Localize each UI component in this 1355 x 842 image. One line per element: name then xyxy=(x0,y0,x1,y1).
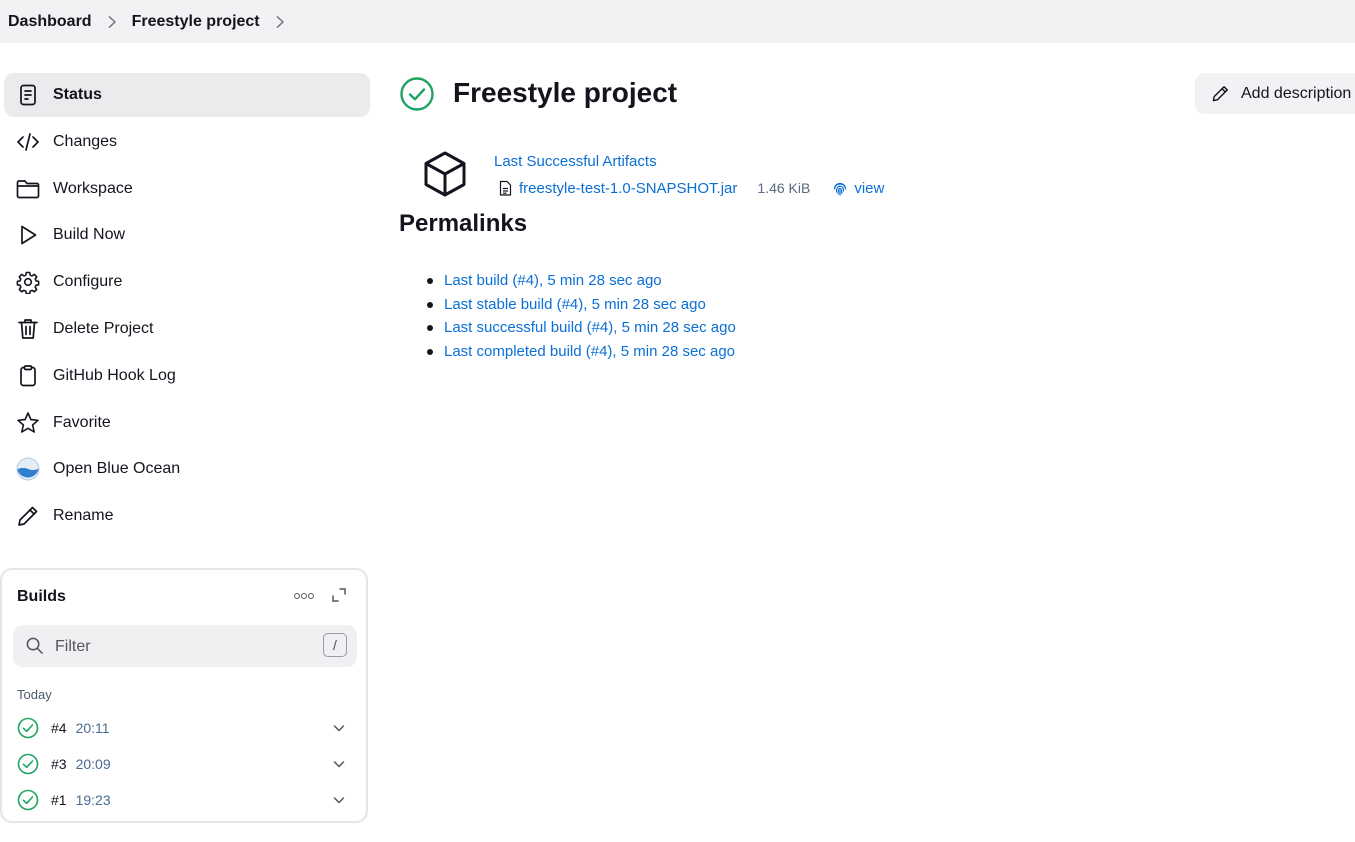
artifact-file-size: 1.46 KiB xyxy=(757,180,811,196)
chevron-down-icon[interactable] xyxy=(332,757,346,771)
builds-filter: / xyxy=(13,625,357,667)
artifact-file-link[interactable]: freestyle-test-1.0-SNAPSHOT.jar xyxy=(519,180,737,197)
sidebar-item-favorite[interactable]: Favorite xyxy=(4,401,370,445)
last-successful-artifacts-link[interactable]: Last Successful Artifacts xyxy=(494,153,657,170)
sidebar-item-github-hook-log[interactable]: GitHub Hook Log xyxy=(4,354,370,398)
sidebar-item-label: Favorite xyxy=(53,413,111,431)
list-item: Last successful build (#4), 5 min 28 sec… xyxy=(426,316,736,340)
permalink-last-build[interactable]: Last build (#4), 5 min 28 sec ago xyxy=(444,272,662,289)
build-time[interactable]: 20:09 xyxy=(76,756,111,772)
code-icon xyxy=(16,130,40,154)
build-number[interactable]: #3 xyxy=(51,756,67,772)
success-icon xyxy=(17,717,39,739)
breadcrumb: Dashboard Freestyle project xyxy=(0,0,1355,43)
sidebar-item-status[interactable]: Status xyxy=(4,73,370,117)
build-row[interactable]: #1 19:23 xyxy=(17,785,347,815)
permalinks-list: Last build (#4), 5 min 28 sec ago Last s… xyxy=(426,269,736,363)
fingerprint-icon[interactable] xyxy=(832,180,848,196)
build-time[interactable]: 19:23 xyxy=(76,792,111,808)
expand-icon[interactable] xyxy=(331,587,347,603)
page-title: Freestyle project xyxy=(453,77,678,108)
sidebar-item-label: Workspace xyxy=(53,179,133,197)
permalink-last-completed-build[interactable]: Last completed build (#4), 5 min 28 sec … xyxy=(444,343,735,360)
sidebar-item-label: Changes xyxy=(53,132,118,150)
chevron-right-icon[interactable] xyxy=(92,15,132,29)
list-item: Last stable build (#4), 5 min 28 sec ago xyxy=(426,293,736,317)
success-icon xyxy=(17,789,39,811)
filter-input[interactable] xyxy=(53,633,317,661)
permalink-last-stable-build[interactable]: Last stable build (#4), 5 min 28 sec ago xyxy=(444,296,706,313)
star-icon xyxy=(16,411,40,435)
list-item: Last completed build (#4), 5 min 28 sec … xyxy=(426,340,736,364)
pencil-icon xyxy=(1212,86,1228,102)
trash-icon xyxy=(16,317,40,341)
sidebar-item-label: Rename xyxy=(53,507,114,525)
sidebar-item-label: Configure xyxy=(53,273,123,291)
list-item: Last build (#4), 5 min 28 sec ago xyxy=(426,269,736,293)
sidebar-item-open-blue-ocean[interactable]: Open Blue Ocean xyxy=(4,447,370,491)
success-icon xyxy=(17,753,39,775)
sidebar-item-workspace[interactable]: Workspace xyxy=(4,167,370,211)
clipboard-icon xyxy=(16,364,40,388)
folder-icon xyxy=(16,177,40,201)
builds-title: Builds xyxy=(17,588,66,605)
sidebar-item-changes[interactable]: Changes xyxy=(4,120,370,164)
file-icon xyxy=(499,180,512,196)
sidebar-item-configure[interactable]: Configure xyxy=(4,260,370,304)
breadcrumb-dashboard[interactable]: Dashboard xyxy=(8,13,92,31)
package-icon xyxy=(424,151,466,197)
sidebar-item-label: Open Blue Ocean xyxy=(53,460,181,478)
sidebar-item-label: Delete Project xyxy=(53,319,154,337)
sidebar-item-label: GitHub Hook Log xyxy=(53,366,176,384)
chevron-down-icon[interactable] xyxy=(332,721,346,735)
search-icon xyxy=(26,637,43,654)
view-fingerprint-link[interactable]: view xyxy=(854,180,884,197)
sidebar-item-label: Status xyxy=(53,86,102,103)
sidebar: Status Changes Workspace Build Now Confi… xyxy=(4,73,370,541)
sidebar-item-rename[interactable]: Rename xyxy=(4,494,370,538)
build-group-label: Today xyxy=(17,687,52,702)
build-number[interactable]: #1 xyxy=(51,792,67,808)
pencil-icon xyxy=(16,504,40,528)
keyboard-shortcut-hint: / xyxy=(323,633,347,657)
artifact-row: freestyle-test-1.0-SNAPSHOT.jar 1.46 KiB… xyxy=(498,178,884,198)
sidebar-item-build-now[interactable]: Build Now xyxy=(4,213,370,257)
build-row[interactable]: #3 20:09 xyxy=(17,749,347,779)
permalink-last-successful-build[interactable]: Last successful build (#4), 5 min 28 sec… xyxy=(444,319,736,336)
build-time[interactable]: 20:11 xyxy=(76,720,110,736)
build-row[interactable]: #4 20:11 xyxy=(17,713,347,743)
sidebar-item-label: Build Now xyxy=(53,226,126,244)
permalinks-heading: Permalinks xyxy=(399,210,528,237)
sidebar-item-delete-project[interactable]: Delete Project xyxy=(4,307,370,351)
more-options-icon[interactable] xyxy=(294,590,314,602)
play-icon xyxy=(16,223,40,247)
success-icon xyxy=(400,77,434,111)
gear-icon xyxy=(16,270,40,295)
blue-ocean-icon xyxy=(16,457,40,481)
chevron-down-icon[interactable] xyxy=(332,793,346,807)
breadcrumb-freestyle-project[interactable]: Freestyle project xyxy=(132,13,260,31)
document-icon xyxy=(16,83,40,107)
chevron-right-icon[interactable] xyxy=(260,15,300,29)
builds-panel: Builds / Today #4 20:11 #3 20:09 xyxy=(0,568,368,823)
build-number[interactable]: #4 xyxy=(51,720,67,736)
add-description-label: Add description xyxy=(1241,84,1352,102)
add-description-button[interactable]: Add description xyxy=(1195,73,1355,114)
